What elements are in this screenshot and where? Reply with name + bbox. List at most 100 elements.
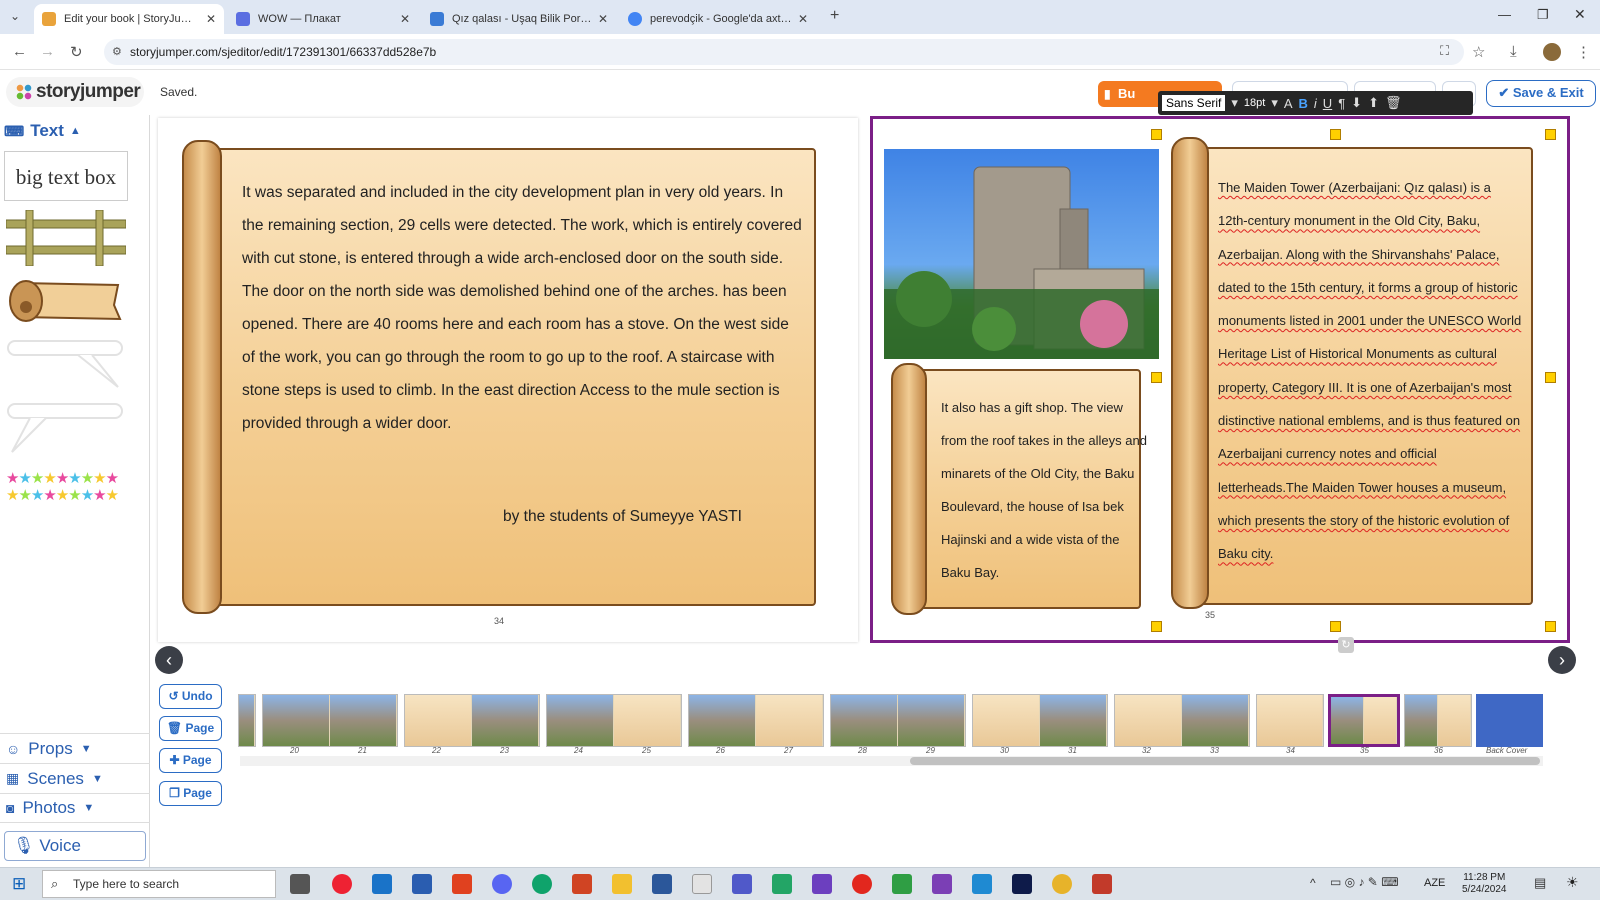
browser-menu-icon[interactable]: ⋮: [1576, 43, 1591, 61]
office-icon[interactable]: [452, 874, 472, 894]
page-text-block[interactable]: It was separated and included in the cit…: [242, 176, 802, 440]
notifications-icon[interactable]: ▤: [1534, 875, 1546, 891]
resize-handle[interactable]: [1545, 372, 1556, 383]
big-text-box-item[interactable]: big text box: [4, 151, 128, 201]
app-icon[interactable]: [772, 874, 792, 894]
page-spread-thumbnail[interactable]: [262, 694, 398, 747]
tab-qiz-qalasi[interactable]: Qız qalası - Uşaq Bilik Portalı ✕: [422, 4, 616, 34]
stars-border-item[interactable]: ★★★★★★★★★ ★★★★★★★★★: [6, 470, 126, 504]
add-page-button[interactable]: ✚ Page: [159, 748, 222, 773]
tab-storyjumper[interactable]: Edit your book | StoryJumper ✕: [34, 4, 224, 34]
resize-handle[interactable]: [1151, 621, 1162, 632]
tray-chevron-icon[interactable]: ^: [1310, 876, 1316, 890]
tab-list-chevron-icon[interactable]: ⌄: [10, 9, 20, 23]
page-signature[interactable]: by the students of Sumeyye YASTI: [503, 508, 742, 526]
resize-handle[interactable]: [1151, 129, 1162, 140]
new-tab-plus-icon[interactable]: +: [830, 7, 839, 25]
speech-bubble-left-item[interactable]: [6, 400, 126, 456]
sidebar-item-scenes[interactable]: ▦ Scenes ▼: [0, 763, 150, 793]
discord-icon[interactable]: [492, 874, 512, 894]
tab-google-search[interactable]: perevodçik - Google'da axtarış ✕: [620, 4, 816, 34]
size-dropdown-chevron-icon[interactable]: ▾: [1271, 95, 1278, 111]
forward-arrow-icon[interactable]: →: [40, 43, 55, 60]
page-spread-thumbnail[interactable]: [238, 694, 256, 747]
restore-window-icon[interactable]: ❐: [1537, 7, 1549, 23]
voice-button[interactable]: 🎙 Voice: [4, 831, 146, 861]
word-icon[interactable]: [652, 874, 672, 894]
page-spread-thumbnail[interactable]: [688, 694, 824, 747]
close-tab-icon[interactable]: ✕: [798, 12, 808, 26]
small-text-block[interactable]: It also has a gift shop. The view from t…: [941, 391, 1151, 589]
back-arrow-icon[interactable]: ←: [12, 43, 27, 60]
download-icon[interactable]: ⤓: [1510, 43, 1517, 60]
windows-start-icon[interactable]: ⊞: [12, 874, 26, 894]
font-dropdown-chevron-icon[interactable]: ▾: [1231, 95, 1238, 111]
yandex-icon[interactable]: [852, 874, 872, 894]
site-settings-icon[interactable]: ⚙: [112, 39, 122, 65]
paint-icon[interactable]: [692, 874, 712, 894]
move-down-icon[interactable]: ⬇: [1351, 95, 1362, 111]
resize-handle[interactable]: [1545, 621, 1556, 632]
previous-page-arrow-icon[interactable]: ‹: [155, 646, 183, 674]
undo-button[interactable]: ↺ Undo: [159, 684, 222, 709]
left-book-page[interactable]: It was separated and included in the cit…: [158, 118, 858, 642]
page-spread-thumbnail[interactable]: [830, 694, 966, 747]
page-spread-thumbnail[interactable]: [404, 694, 540, 747]
widget-icon[interactable]: ☀: [1566, 874, 1579, 891]
page-thumbnail[interactable]: [1404, 694, 1472, 747]
url-field[interactable]: ⚙ storyjumper.com/sjeditor/edit/17239130…: [104, 39, 1464, 65]
chrome-icon[interactable]: [1052, 874, 1072, 894]
paragraph-icon[interactable]: ¶: [1338, 96, 1345, 111]
font-size-select[interactable]: 18pt: [1244, 97, 1265, 109]
rotate-handle-icon[interactable]: ↻: [1338, 637, 1354, 653]
photoshop-icon[interactable]: [1012, 874, 1032, 894]
save-exit-button[interactable]: ✔ Save & Exit: [1486, 80, 1596, 107]
edge-icon[interactable]: [532, 874, 552, 894]
close-window-icon[interactable]: ✕: [1574, 6, 1586, 23]
taskbar-clock[interactable]: 11:28 PM 5/24/2024: [1462, 872, 1507, 896]
back-cover-thumbnail[interactable]: [1476, 694, 1543, 747]
store-icon[interactable]: [412, 874, 432, 894]
sidebar-item-photos[interactable]: ◙ Photos ▼: [0, 793, 150, 823]
teams-icon[interactable]: [732, 874, 752, 894]
page-spread-thumbnail[interactable]: [1114, 694, 1250, 747]
app-icon[interactable]: [1092, 874, 1112, 894]
app-icon[interactable]: [892, 874, 912, 894]
font-color-icon[interactable]: A: [1284, 96, 1293, 111]
page-thumbnail[interactable]: [1256, 694, 1324, 747]
taskbar-search-box[interactable]: ⌕ Type here to search: [42, 870, 276, 898]
yandex-browser-icon[interactable]: [332, 874, 352, 894]
speech-bubble-right-item[interactable]: [6, 337, 126, 393]
task-view-icon[interactable]: [290, 874, 310, 894]
visual-studio-icon[interactable]: [932, 874, 952, 894]
visual-studio-icon[interactable]: [812, 874, 832, 894]
next-page-arrow-icon[interactable]: ›: [1548, 646, 1576, 674]
file-explorer-icon[interactable]: [612, 874, 632, 894]
underline-icon[interactable]: U: [1323, 96, 1332, 111]
reload-icon[interactable]: ↻: [70, 43, 83, 61]
bamboo-frame-item[interactable]: [6, 210, 126, 266]
resize-handle[interactable]: [1330, 621, 1341, 632]
bold-icon[interactable]: B: [1299, 96, 1308, 111]
resize-handle[interactable]: [1151, 372, 1162, 383]
sidebar-item-props[interactable]: ☺ Props ▼: [0, 733, 150, 763]
text-section-header[interactable]: ⌨ Text ▲: [4, 121, 81, 141]
italic-icon[interactable]: i: [1314, 96, 1317, 111]
resize-handle[interactable]: [1545, 129, 1556, 140]
storyjumper-logo[interactable]: storyjumper: [6, 77, 144, 107]
close-tab-icon[interactable]: ✕: [206, 12, 216, 26]
scrollbar-thumb[interactable]: [910, 757, 1540, 765]
thumbnail-scrollbar[interactable]: [240, 756, 1543, 766]
move-up-icon[interactable]: ⬆: [1368, 95, 1379, 111]
resize-handle[interactable]: [1330, 129, 1341, 140]
maiden-tower-photo[interactable]: [884, 149, 1159, 359]
page-thumbnail-selected[interactable]: [1328, 694, 1400, 747]
translate-icon[interactable]: ⛶: [1440, 43, 1449, 59]
page-spread-thumbnail[interactable]: [972, 694, 1108, 747]
font-family-select[interactable]: Sans Serif: [1162, 95, 1226, 111]
main-text-block-editing[interactable]: The Maiden Tower (Azerbaijani: Qız qalas…: [1218, 171, 1523, 571]
trash-icon[interactable]: 🗑: [1385, 95, 1402, 111]
page-spread-thumbnail[interactable]: [546, 694, 682, 747]
tab-wow[interactable]: WOW — Плакат ✕: [228, 4, 418, 34]
tray-icons[interactable]: ▭ ◎ ♪ ✎ ⌨: [1330, 875, 1399, 889]
